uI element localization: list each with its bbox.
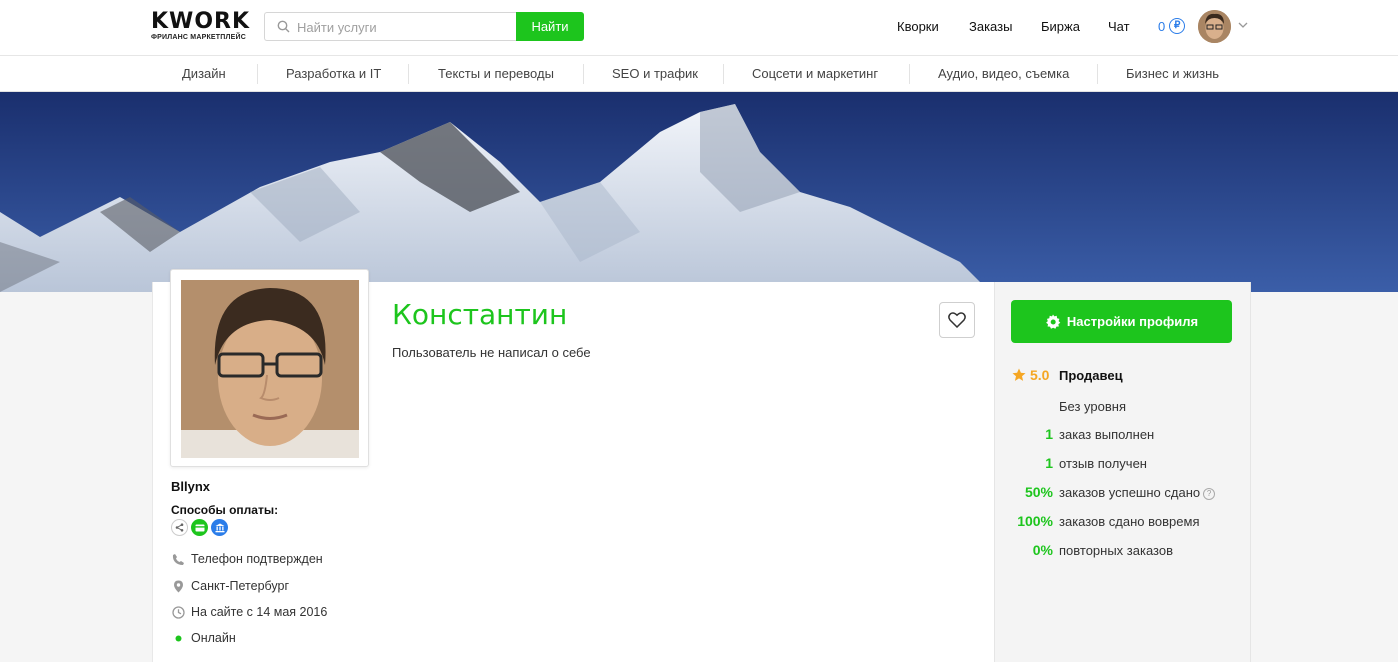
- stat-value: 50%: [1024, 484, 1053, 500]
- member-since: На сайте с 14 мая 2016: [172, 605, 327, 619]
- location-icon: [174, 580, 183, 592]
- portrait-graphic: [181, 280, 359, 458]
- top-header: KWORK ФРИЛАНС МАРКЕТПЛЕЙС: [0, 0, 1398, 56]
- search-icon: [277, 20, 290, 33]
- online-status: Онлайн: [172, 631, 236, 645]
- star-icon: [1012, 368, 1026, 381]
- chevron-down-icon[interactable]: [1238, 20, 1248, 30]
- stat-value: 1: [1045, 455, 1053, 471]
- avatar-face-icon: [1198, 10, 1231, 43]
- member-since-text: На сайте с 14 мая 2016: [191, 605, 328, 619]
- stat-label: заказов сдано вовремя: [1059, 514, 1200, 529]
- seller-role: Продавец: [1059, 368, 1123, 383]
- stat-label: заказ выполнен: [1059, 427, 1155, 442]
- nav-kworks[interactable]: Кворки: [897, 19, 939, 34]
- stat-value: 0%: [1032, 542, 1053, 558]
- phone-verified: Телефон подтвержден: [172, 552, 323, 566]
- stat-value: 1: [1045, 426, 1053, 442]
- clock-icon: [172, 605, 185, 619]
- balance[interactable]: 0 ₽: [1158, 18, 1186, 34]
- category-design[interactable]: Дизайн: [182, 66, 226, 81]
- category-divider: [1097, 64, 1098, 84]
- online-status-text: Онлайн: [191, 631, 236, 645]
- stat-value: 100%: [1017, 513, 1053, 529]
- kwork-logo[interactable]: KWORK ФРИЛАНС МАРКЕТПЛЕЙС: [151, 11, 251, 45]
- location-text: Санкт-Петербург: [191, 579, 290, 593]
- nav-exchange[interactable]: Биржа: [1041, 19, 1080, 34]
- category-business[interactable]: Бизнес и жизнь: [1126, 66, 1219, 81]
- stat-on-time: 100% заказов сдано вовремя: [1010, 513, 1240, 533]
- category-divider: [408, 64, 409, 84]
- stat-success-rate: 50% заказов успешно сдано?: [1010, 484, 1240, 504]
- username: Bllynx: [171, 479, 211, 494]
- search-box: [264, 12, 516, 41]
- profile-name: Константин: [392, 298, 568, 331]
- logo-wordmark: KWORK: [151, 9, 251, 34]
- search-input[interactable]: [297, 17, 507, 37]
- ruble-icon: ₽: [1169, 18, 1186, 34]
- question-icon[interactable]: ?: [1203, 487, 1216, 500]
- stat-orders-done: 1 заказ выполнен: [1010, 426, 1240, 446]
- profile-photo-frame: [170, 269, 369, 467]
- payment-card-icon: [191, 519, 208, 536]
- online-dot-icon: [175, 635, 182, 641]
- favorite-button[interactable]: [939, 302, 975, 338]
- stat-label: заказов успешно сдано?: [1059, 485, 1216, 500]
- stat-repeat-orders: 0% повторных заказов: [1010, 542, 1240, 562]
- profile-cover-image: [0, 92, 1398, 292]
- profile-about: Пользователь не написал о себе: [392, 345, 591, 360]
- logo-subtitle: ФРИЛАНС МАРКЕТПЛЕЙС: [151, 34, 246, 41]
- profile-photo: [181, 280, 359, 458]
- payment-methods: [171, 519, 228, 536]
- payment-methods-label: Способы оплаты:: [171, 503, 279, 517]
- payment-bank-icon: [211, 519, 228, 536]
- profile-settings-button[interactable]: Настройки профиля: [1011, 300, 1232, 343]
- stat-label: отзыв получен: [1059, 456, 1147, 471]
- category-texts[interactable]: Тексты и переводы: [438, 66, 554, 81]
- category-audio-video[interactable]: Аудио, видео, съемка: [938, 66, 1069, 81]
- category-divider: [257, 64, 258, 84]
- category-divider: [723, 64, 724, 84]
- category-divider: [909, 64, 910, 84]
- seller-rating: 5.0 Продавец: [1012, 367, 1123, 383]
- nav-chat[interactable]: Чат: [1108, 19, 1130, 34]
- profile-settings-label: Настройки профиля: [1066, 314, 1199, 329]
- location: Санкт-Петербург: [172, 579, 289, 593]
- seller-level: Без уровня: [1010, 398, 1240, 418]
- seller-level-text: Без уровня: [1059, 399, 1126, 414]
- category-seo[interactable]: SEO и трафик: [612, 66, 698, 81]
- stat-reviews: 1 отзыв получен: [1010, 455, 1240, 475]
- gear-icon: [1046, 314, 1061, 329]
- category-dev-it[interactable]: Разработка и IT: [286, 66, 381, 81]
- user-avatar[interactable]: [1198, 10, 1231, 43]
- heart-icon: [948, 312, 966, 328]
- category-divider: [583, 64, 584, 84]
- search-button[interactable]: Найти: [516, 12, 584, 41]
- mountain-banner-graphic: [0, 92, 1398, 292]
- payment-share-icon: [171, 519, 188, 536]
- stat-label-text: заказов успешно сдано: [1059, 485, 1201, 500]
- stat-label: повторных заказов: [1059, 543, 1173, 558]
- phone-icon: [172, 553, 184, 565]
- nav-orders[interactable]: Заказы: [969, 19, 1012, 34]
- phone-verified-text: Телефон подтвержден: [191, 552, 323, 566]
- balance-amount: 0: [1158, 18, 1166, 34]
- rating-value: 5.0: [1030, 367, 1050, 383]
- category-social[interactable]: Соцсети и маркетинг: [752, 66, 878, 81]
